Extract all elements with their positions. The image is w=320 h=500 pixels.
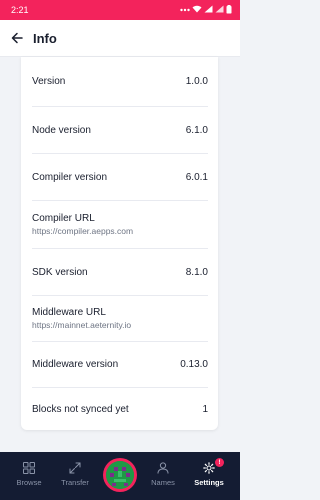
info-row-compiler-url: Compiler URL https://compiler.aepps.com bbox=[32, 201, 208, 249]
gear-icon bbox=[203, 462, 215, 474]
row-value: 8.1.0 bbox=[185, 266, 208, 278]
row-value: 1.0.0 bbox=[185, 76, 208, 87]
row-label: Middleware URL bbox=[32, 307, 106, 318]
grid-icon bbox=[23, 462, 35, 474]
nav-settings[interactable]: Settings ! bbox=[185, 452, 233, 500]
info-row-node-version: Node version 6.1.0 bbox=[32, 107, 208, 154]
identicon-avatar bbox=[106, 461, 134, 489]
status-icons bbox=[180, 4, 232, 16]
nav-label: Transfer bbox=[61, 478, 89, 487]
info-row-middleware-version: Middleware version 0.13.0 bbox=[32, 342, 208, 388]
user-icon bbox=[157, 462, 169, 474]
nav-label: Names bbox=[151, 478, 175, 487]
nav-names[interactable]: Names bbox=[139, 452, 187, 500]
info-row-version: Version 1.0.0 bbox=[32, 57, 208, 107]
page-title: Info bbox=[33, 30, 57, 46]
row-label: SDK version bbox=[32, 266, 88, 278]
notification-badge: ! bbox=[215, 458, 224, 467]
signal-icon-2 bbox=[215, 5, 224, 15]
battery-icon bbox=[226, 4, 232, 16]
row-label: Middleware version bbox=[32, 359, 119, 370]
row-label: Version bbox=[32, 76, 66, 87]
identicon-pattern-icon bbox=[106, 461, 134, 489]
row-label: Compiler URL bbox=[32, 213, 95, 224]
info-row-middleware-url: Middleware URL https://mainnet.aeternity… bbox=[32, 296, 208, 342]
status-bar: 2:21 bbox=[0, 0, 240, 20]
back-button[interactable] bbox=[9, 30, 25, 46]
row-stack: Middleware URL https://mainnet.aeternity… bbox=[32, 307, 131, 330]
status-time: 2:21 bbox=[11, 5, 29, 15]
nav-label: Browse bbox=[16, 478, 42, 487]
row-value: 0.13.0 bbox=[180, 359, 208, 370]
middleware-url-link[interactable]: https://mainnet.aeternity.io bbox=[32, 320, 131, 330]
row-value: 1 bbox=[202, 403, 208, 415]
row-label: Blocks not synced yet bbox=[32, 403, 129, 415]
row-label: Compiler version bbox=[32, 171, 108, 183]
compiler-url-link[interactable]: https://compiler.aepps.com bbox=[32, 226, 133, 236]
row-stack: Compiler URL https://compiler.aepps.com bbox=[32, 213, 133, 236]
info-row-compiler-version: Compiler version 6.0.1 bbox=[32, 154, 208, 201]
row-label: Node version bbox=[32, 124, 91, 136]
info-row-blocks-not-synced: Blocks not synced yet 1 bbox=[32, 388, 208, 430]
arrow-left-icon bbox=[11, 32, 23, 44]
row-value: 6.0.1 bbox=[185, 171, 208, 183]
info-row-sdk-version: SDK version 8.1.0 bbox=[32, 249, 208, 296]
nav-label: Settings bbox=[194, 478, 224, 487]
nav-browse[interactable]: Browse bbox=[5, 452, 53, 500]
app-header: Info bbox=[0, 20, 240, 57]
nav-transfer[interactable]: Transfer bbox=[51, 452, 99, 500]
expand-arrows-icon bbox=[69, 462, 81, 474]
wifi-icon bbox=[192, 5, 202, 15]
info-card: Version 1.0.0 Node version 6.1.0 Compile… bbox=[21, 57, 218, 430]
signal-icon bbox=[204, 5, 213, 15]
account-avatar-button[interactable] bbox=[103, 458, 137, 492]
row-value: 6.1.0 bbox=[185, 124, 208, 136]
notification-dots-icon bbox=[180, 5, 190, 15]
